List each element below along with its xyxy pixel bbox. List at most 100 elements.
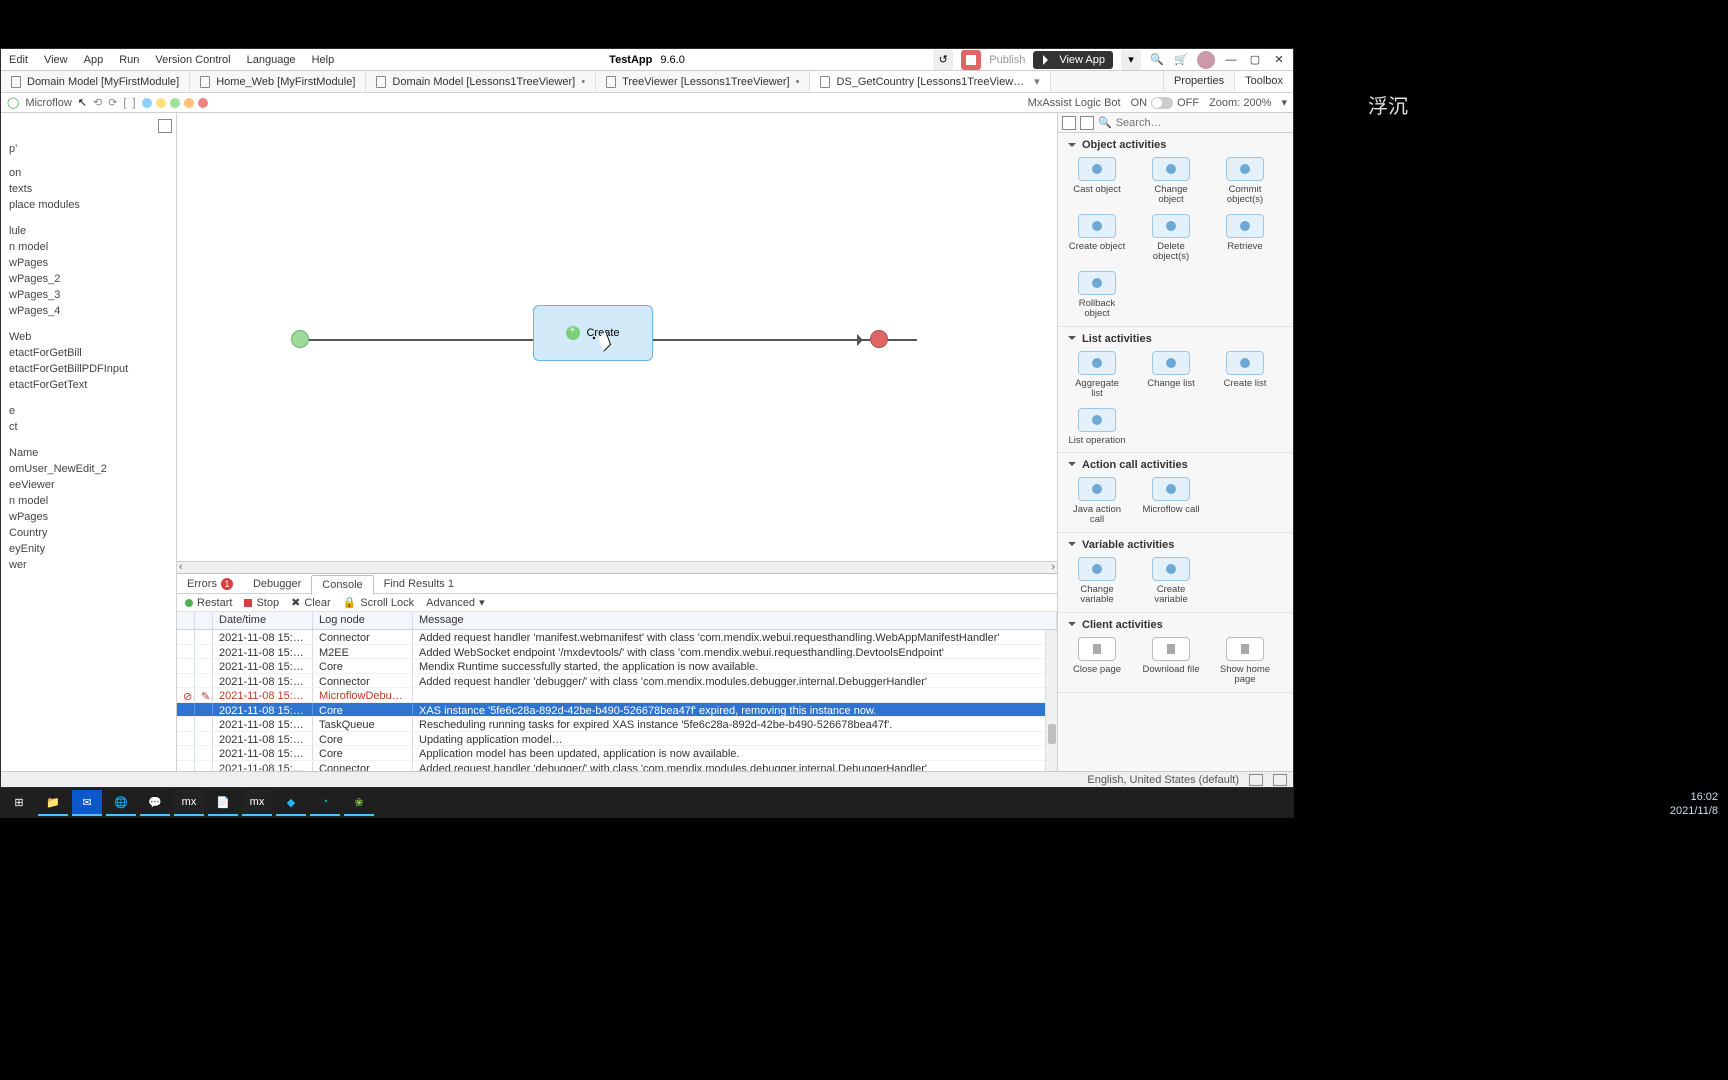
status-view-list-icon[interactable]	[1273, 774, 1287, 786]
tab-home-web[interactable]: Home_Web [MyFirstModule]	[190, 71, 366, 92]
window-maximize[interactable]: ▢	[1247, 52, 1263, 68]
taskbar-explorer[interactable]: 📁	[38, 790, 68, 816]
console-stop-button[interactable]: Stop	[244, 597, 279, 609]
explorer-item[interactable]: Country	[5, 525, 172, 541]
toolbox-tool[interactable]: List operation	[1068, 408, 1126, 446]
horizontal-scrollbar[interactable]	[177, 561, 1057, 573]
console-advanced-dropdown[interactable]: Advanced ▾	[426, 596, 484, 609]
menu-language[interactable]: Language	[247, 54, 296, 66]
console-row[interactable]: 2021-11-08 15:44:31.3…CoreXAS instance '…	[177, 703, 1057, 718]
tab-errors[interactable]: Errors1	[177, 575, 243, 593]
toolbox-tool[interactable]: Cast object	[1068, 157, 1126, 206]
explorer-item[interactable]: Name	[5, 445, 172, 461]
toolbox-collapse-icon[interactable]	[1062, 116, 1076, 130]
tab-domain-model-myfirstmodule[interactable]: Domain Model [MyFirstModule]	[1, 71, 190, 92]
col-lognode[interactable]: Log node	[313, 612, 413, 629]
explorer-item[interactable]: p'	[5, 141, 172, 157]
taskbar-chrome[interactable]: 🌐	[106, 790, 136, 816]
explorer-item[interactable]: ct	[5, 419, 172, 435]
tab-console[interactable]: Console	[311, 575, 373, 595]
taskbar-spring[interactable]: ❀	[344, 790, 374, 816]
create-action-node[interactable]: Create	[533, 305, 653, 361]
toolbox-expand-icon[interactable]	[1080, 116, 1094, 130]
toolbox-tool[interactable]: Change list	[1142, 351, 1200, 400]
console-row[interactable]: 2021-11-08 15:44:30.6…ConnectorAdded req…	[177, 674, 1057, 689]
col-datetime[interactable]: Date/time	[213, 612, 313, 629]
menu-edit[interactable]: Edit	[9, 54, 28, 66]
window-close[interactable]: ✕	[1271, 52, 1287, 68]
menu-version-control[interactable]: Version Control	[155, 54, 230, 66]
explorer-item[interactable]: wPages_3	[5, 287, 172, 303]
status-language[interactable]: English, United States (default)	[1087, 774, 1239, 786]
toolbox-search-input[interactable]	[1116, 117, 1289, 129]
menu-app[interactable]: App	[84, 54, 104, 66]
publish-button[interactable]: Publish	[989, 54, 1025, 66]
explorer-item[interactable]: omUser_NewEdit_2	[5, 461, 172, 477]
toolbox-tool[interactable]: Create list	[1216, 351, 1274, 400]
explorer-item[interactable]: etactForGetBillPDFInput	[5, 361, 172, 377]
toolbox-section-header[interactable]: Client activities	[1068, 619, 1283, 631]
windows-taskbar[interactable]: ⊞ 📁 ✉ 🌐 💬 mx 📄 mx ◆ ◔ ❀	[0, 788, 1294, 818]
explorer-item[interactable]: lule	[5, 223, 172, 239]
toolbox-tool[interactable]: Change object	[1142, 157, 1200, 206]
status-view-grid-icon[interactable]	[1249, 774, 1263, 786]
explorer-item[interactable]: wPages_2	[5, 271, 172, 287]
mxassist-toggle[interactable]: ONOFF	[1131, 97, 1200, 109]
zoom-dropdown-icon[interactable]: ▾	[1281, 96, 1287, 109]
project-explorer[interactable]: p'ontextsplace moduleslulen modelwPagesw…	[1, 113, 177, 787]
explorer-item[interactable]: eyEnity	[5, 541, 172, 557]
tab-find-results[interactable]: Find Results 1	[374, 575, 464, 593]
menu-view[interactable]: View	[44, 54, 68, 66]
console-row[interactable]: 2021-11-08 15:44:30.3…ConnectorAdded req…	[177, 630, 1057, 645]
console-row[interactable]: 2021-11-08 15:44:39.9…CoreUpdating appli…	[177, 732, 1057, 747]
console-row[interactable]: ⊘✎2021-11-08 15:44:30.8…MicroflowDebugge…	[177, 688, 1057, 703]
toolbox-tool[interactable]: Show home page	[1216, 637, 1274, 686]
panel-tab-toolbox[interactable]: Toolbox	[1234, 71, 1293, 92]
redo-icon[interactable]: ⟳	[108, 96, 117, 109]
pointer-tool-icon[interactable]: ↖	[78, 96, 87, 109]
menu-help[interactable]: Help	[312, 54, 335, 66]
tab-dropdown-icon[interactable]: ▾	[1034, 75, 1040, 88]
console-restart-button[interactable]: Restart	[185, 597, 232, 609]
toolbox-tool[interactable]: Close page	[1068, 637, 1126, 686]
bracket-left-icon[interactable]: [	[123, 97, 126, 109]
toolbox-tool[interactable]: Commit object(s)	[1216, 157, 1274, 206]
console-row[interactable]: 2021-11-08 15:44:31.3…TaskQueueReschedul…	[177, 717, 1057, 732]
explorer-item[interactable]: place modules	[5, 197, 172, 213]
explorer-item[interactable]: etactForGetBill	[5, 345, 172, 361]
view-app-button[interactable]: View App	[1033, 51, 1113, 69]
explorer-item[interactable]: wPages	[5, 255, 172, 271]
toolbox-tool[interactable]: Download file	[1142, 637, 1200, 686]
panel-tab-properties[interactable]: Properties	[1163, 71, 1234, 92]
menu-run[interactable]: Run	[119, 54, 139, 66]
console-rows[interactable]: 2021-11-08 15:44:30.3…ConnectorAdded req…	[177, 630, 1057, 787]
toolbox-tool[interactable]: Retrieve	[1216, 214, 1274, 263]
toolbox-tool[interactable]: Delete object(s)	[1142, 214, 1200, 263]
col-message[interactable]: Message	[413, 612, 1057, 629]
toolbox-tool[interactable]: Java action call	[1068, 477, 1126, 526]
explorer-item[interactable]: wPages_4	[5, 303, 172, 319]
explorer-view-icon[interactable]	[158, 119, 172, 133]
explorer-item[interactable]: on	[5, 165, 172, 181]
window-minimize[interactable]: ―	[1223, 52, 1239, 68]
cart-icon[interactable]: 🛒	[1173, 52, 1189, 68]
explorer-item[interactable]: wPages	[5, 509, 172, 525]
taskbar-wechat[interactable]: 💬	[140, 790, 170, 816]
explorer-item[interactable]: eeViewer	[5, 477, 172, 493]
toolbox-tool[interactable]: Rollback object	[1068, 271, 1126, 320]
toolbox-section-header[interactable]: Variable activities	[1068, 539, 1283, 551]
tab-treeviewer[interactable]: TreeViewer [Lessons1TreeViewer]•	[596, 71, 810, 92]
console-row[interactable]: 2021-11-08 15:44:30.3…M2EEAdded WebSocke…	[177, 645, 1057, 660]
view-app-dropdown[interactable]: ▾	[1121, 50, 1141, 70]
bracket-right-icon[interactable]: ]	[132, 97, 135, 109]
taskbar-start[interactable]: ⊞	[4, 790, 34, 816]
explorer-item[interactable]: etactForGetText	[5, 377, 172, 393]
toolbox-tool[interactable]: Create object	[1068, 214, 1126, 263]
avatar[interactable]	[1197, 51, 1215, 69]
explorer-item[interactable]: Web	[5, 329, 172, 345]
taskbar-app-blue[interactable]: ◆	[276, 790, 306, 816]
palette-dots[interactable]	[142, 98, 208, 108]
tab-debugger[interactable]: Debugger	[243, 575, 311, 593]
taskbar-edge[interactable]: ◔	[310, 790, 340, 816]
toolbox-section-header[interactable]: Object activities	[1068, 139, 1283, 151]
